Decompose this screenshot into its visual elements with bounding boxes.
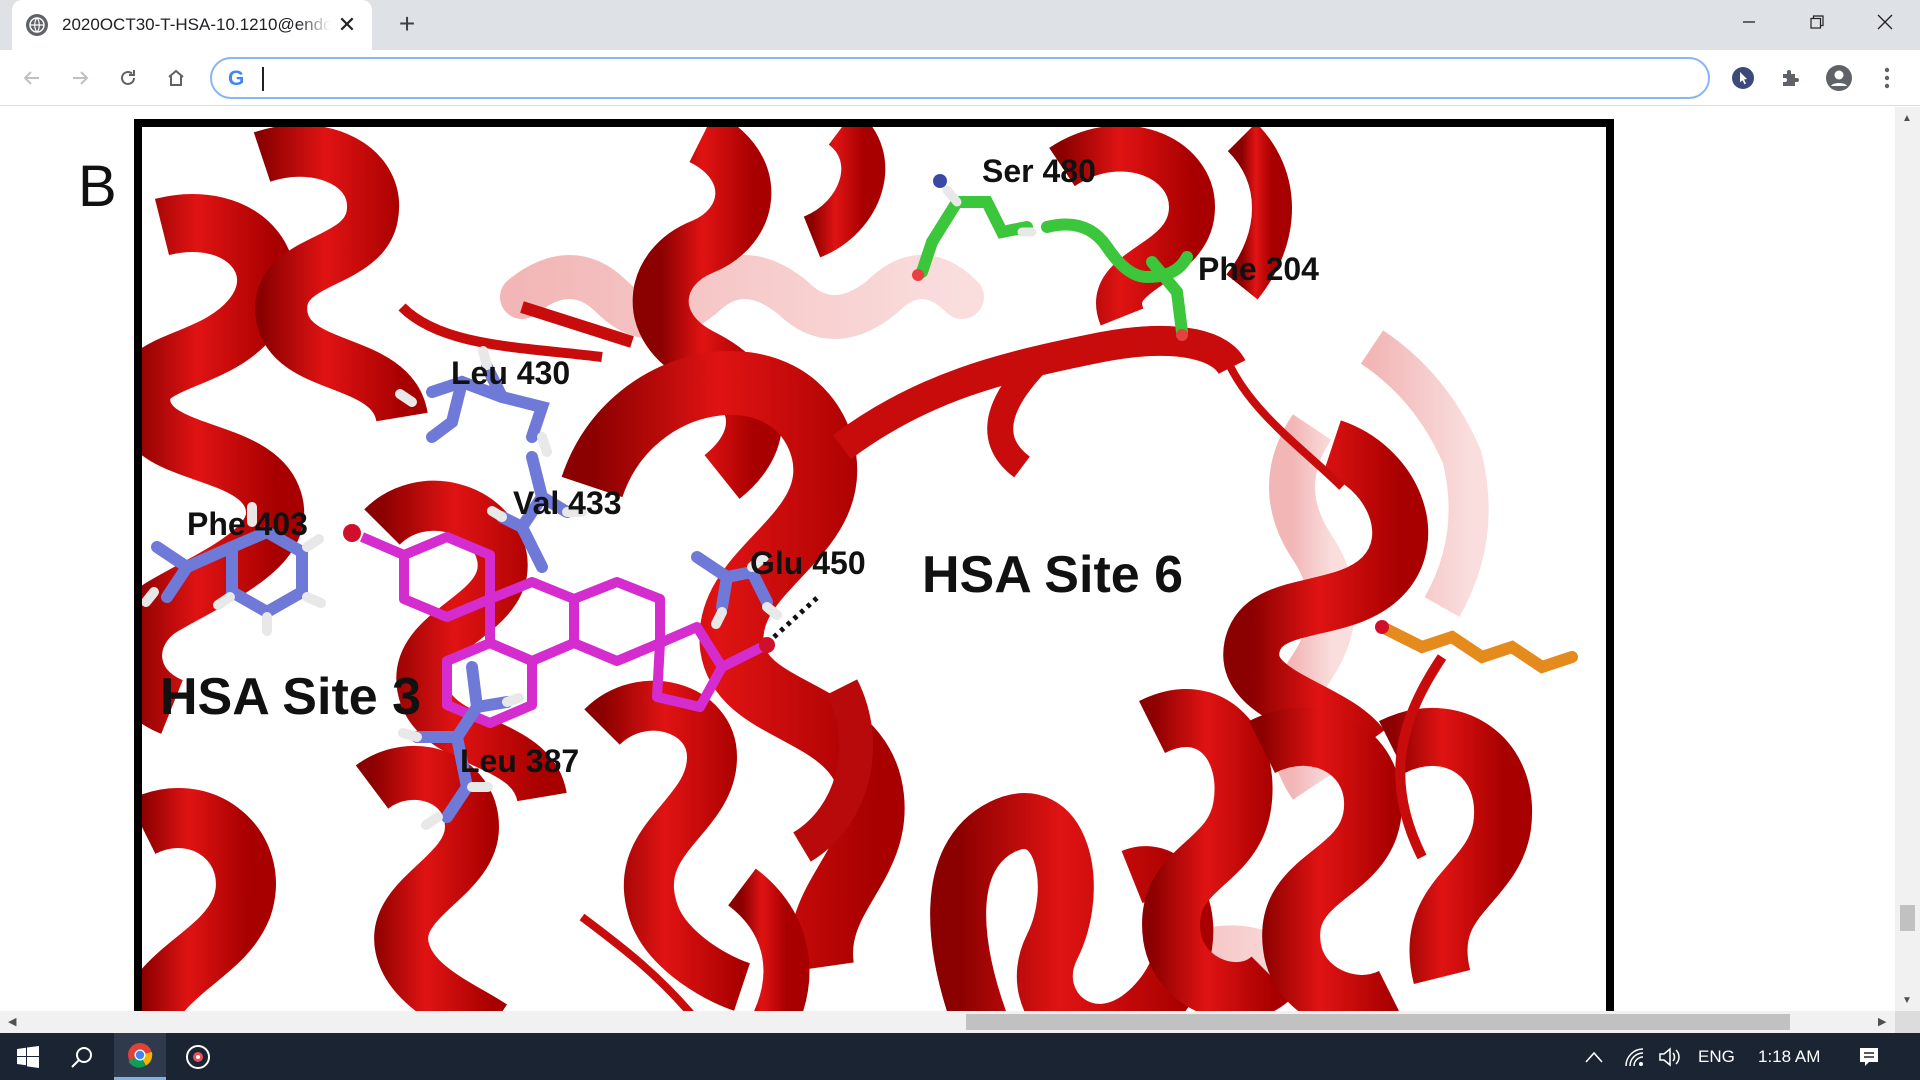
chevron-up-icon <box>1585 1051 1603 1063</box>
chrome-icon <box>128 1043 153 1068</box>
nitrogen-atom <box>933 174 947 188</box>
vertical-scrollbar[interactable]: ▲ ▼ <box>1895 107 1920 1011</box>
clock[interactable]: 1:18 AM <box>1758 1033 1820 1080</box>
label-ser-480: Ser 480 <box>982 153 1096 189</box>
language-indicator[interactable]: ENG <box>1698 1033 1735 1080</box>
home-button[interactable] <box>158 60 194 96</box>
address-input[interactable] <box>260 63 1680 93</box>
taskbar-chrome-button[interactable] <box>114 1033 166 1080</box>
profile-avatar-icon[interactable] <box>1825 64 1853 92</box>
kebab-menu-icon[interactable] <box>1873 64 1901 92</box>
forward-button[interactable] <box>62 60 98 96</box>
address-bar[interactable]: G <box>210 57 1710 99</box>
label-phe-204: Phe 204 <box>1198 251 1319 287</box>
windows-logo-icon <box>17 1045 39 1068</box>
notifications-button[interactable] <box>1858 1033 1880 1080</box>
scroll-right-arrow-icon[interactable]: ▶ <box>1878 1015 1886 1028</box>
new-tab-button[interactable]: + <box>392 10 422 40</box>
protein-structure-figure: Ser 480 Phe 204 Leu 430 Val 433 Phe 403 … <box>134 119 1614 1011</box>
panel-label: B <box>78 154 117 219</box>
browser-toolbar: G <box>0 50 1920 106</box>
vertical-scroll-thumb[interactable] <box>1900 905 1915 931</box>
label-glu-450: Glu 450 <box>750 545 866 581</box>
back-button[interactable] <box>14 60 50 96</box>
globe-icon <box>26 14 48 36</box>
extensions-puzzle-icon[interactable] <box>1777 64 1805 92</box>
network-icon[interactable] <box>1624 1033 1646 1080</box>
search-icon <box>71 1046 92 1068</box>
scroll-up-arrow-icon[interactable]: ▲ <box>1902 113 1912 124</box>
oxygen-atom <box>912 269 924 281</box>
search-button[interactable] <box>56 1033 108 1080</box>
window-close-button[interactable] <box>1860 0 1910 44</box>
home-icon <box>168 69 184 86</box>
ribbon-illustration <box>142 127 1578 1011</box>
taskbar-app-button[interactable] <box>172 1033 224 1080</box>
ligand-hydroxyl-atom <box>759 637 775 653</box>
browser-tab[interactable]: 2020OCT30-T-HSA-10.1210@endo ✕ <box>12 0 372 50</box>
tab-close-icon[interactable]: ✕ <box>336 14 358 36</box>
show-hidden-icons-button[interactable] <box>1585 1033 1603 1080</box>
label-val-433: Val 433 <box>513 485 622 521</box>
tab-strip: 2020OCT30-T-HSA-10.1210@endo ✕ + <box>0 0 1920 50</box>
scrollbar-corner <box>1895 1011 1920 1033</box>
reload-button[interactable] <box>110 60 146 96</box>
label-phe-403: Phe 403 <box>187 506 308 542</box>
arrow-right-icon <box>73 71 89 85</box>
residue-sticks-orange <box>1376 621 1578 674</box>
ligand-oxygen-atom <box>343 524 361 542</box>
start-button[interactable] <box>2 1033 54 1080</box>
volume-icon[interactable] <box>1658 1033 1682 1080</box>
tab-title: 2020OCT30-T-HSA-10.1210@endo <box>62 15 330 34</box>
scroll-down-arrow-icon[interactable]: ▼ <box>1902 995 1912 1006</box>
label-leu-430: Leu 430 <box>451 355 571 391</box>
label-leu-387: Leu 387 <box>460 743 580 779</box>
oxygen-atom-2 <box>1176 329 1188 341</box>
google-icon: G <box>228 67 245 90</box>
windows-taskbar: ENG 1:18 AM <box>0 1033 1920 1080</box>
horizontal-scrollbar[interactable]: ◀ ▶ <box>0 1011 1895 1033</box>
action-center-icon <box>1860 1047 1878 1066</box>
scroll-left-arrow-icon[interactable]: ◀ <box>8 1015 16 1028</box>
orange-oxygen-atom <box>1375 620 1389 634</box>
label-hsa-site-3: HSA Site 3 <box>160 668 422 726</box>
extension-cursor-icon[interactable] <box>1729 64 1757 92</box>
arrow-left-icon <box>23 71 39 85</box>
media-app-icon <box>186 1044 210 1069</box>
reload-icon <box>121 70 135 85</box>
page-viewport: B Ser 480 Phe 204 Leu 430 Val 433 Phe 40… <box>0 107 1895 1011</box>
restore-button[interactable] <box>1792 0 1842 44</box>
horizontal-scroll-thumb[interactable] <box>966 1014 1790 1030</box>
minimize-button[interactable] <box>1724 0 1774 44</box>
label-hsa-site-6: HSA Site 6 <box>922 546 1184 604</box>
